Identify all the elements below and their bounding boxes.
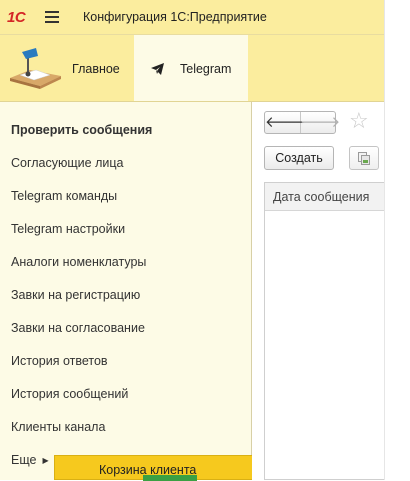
star-icon[interactable]: ☆ xyxy=(349,108,369,134)
desk-lamp-icon xyxy=(10,48,61,89)
section-telegram-label: Telegram xyxy=(180,62,232,76)
nav-item-approvers[interactable]: Согласующие лица xyxy=(11,156,123,170)
column-header-message-date[interactable]: Дата сообщения xyxy=(273,190,369,204)
nav-item-channel-clients[interactable]: Клиенты канала xyxy=(11,420,105,434)
app-title: Конфигурация 1С:Предприятие xyxy=(83,10,267,24)
table-header: Дата сообщения xyxy=(265,183,384,211)
messages-table: Дата сообщения xyxy=(264,182,384,480)
main-menu-icon[interactable] xyxy=(45,11,59,23)
nav-item-registration-requests[interactable]: Завки на регистрацию xyxy=(11,288,140,302)
nav-item-check-messages[interactable]: Проверить сообщения xyxy=(11,123,152,137)
nav-item-telegram-commands[interactable]: Telegram команды xyxy=(11,189,117,203)
window-edge xyxy=(384,0,410,480)
nav-item-nomenclature-analogs[interactable]: Аналоги номенклатуры xyxy=(11,255,146,269)
app-logo[interactable]: 1С xyxy=(7,9,26,26)
section-main-label: Главное xyxy=(72,62,120,76)
copy-icon xyxy=(358,152,370,165)
navigation-panel: Проверить сообщения Согласующие лица Tel… xyxy=(0,102,252,480)
section-telegram[interactable]: Telegram xyxy=(134,35,248,101)
popup-scroll-indicator xyxy=(143,475,197,481)
telegram-plane-icon xyxy=(151,63,164,75)
nav-more-label: Еще xyxy=(11,453,37,467)
nav-item-telegram-settings[interactable]: Telegram настройки xyxy=(11,222,125,236)
form-area: 🡐 🡒 ☆ Создать Дата сообщения xyxy=(252,102,384,480)
nav-more-button[interactable]: Еще ▶ xyxy=(11,453,49,467)
copy-button[interactable] xyxy=(349,146,379,170)
back-arrow-icon[interactable]: 🡐 xyxy=(265,112,305,133)
create-button[interactable]: Создать xyxy=(264,146,334,170)
nav-item-approval-requests[interactable]: Завки на согласование xyxy=(11,321,145,335)
nav-item-answer-history[interactable]: История ответов xyxy=(11,354,108,368)
sections-panel: Главное Telegram xyxy=(0,35,384,102)
section-main[interactable]: Главное xyxy=(0,35,134,101)
history-nav-buttons: 🡐 🡒 xyxy=(264,111,340,134)
forward-arrow-icon[interactable]: 🡒 xyxy=(300,112,340,133)
nav-item-message-history[interactable]: История сообщений xyxy=(11,387,128,401)
caret-right-icon: ▶ xyxy=(42,456,49,465)
title-bar: 1С Конфигурация 1С:Предприятие xyxy=(0,0,384,35)
